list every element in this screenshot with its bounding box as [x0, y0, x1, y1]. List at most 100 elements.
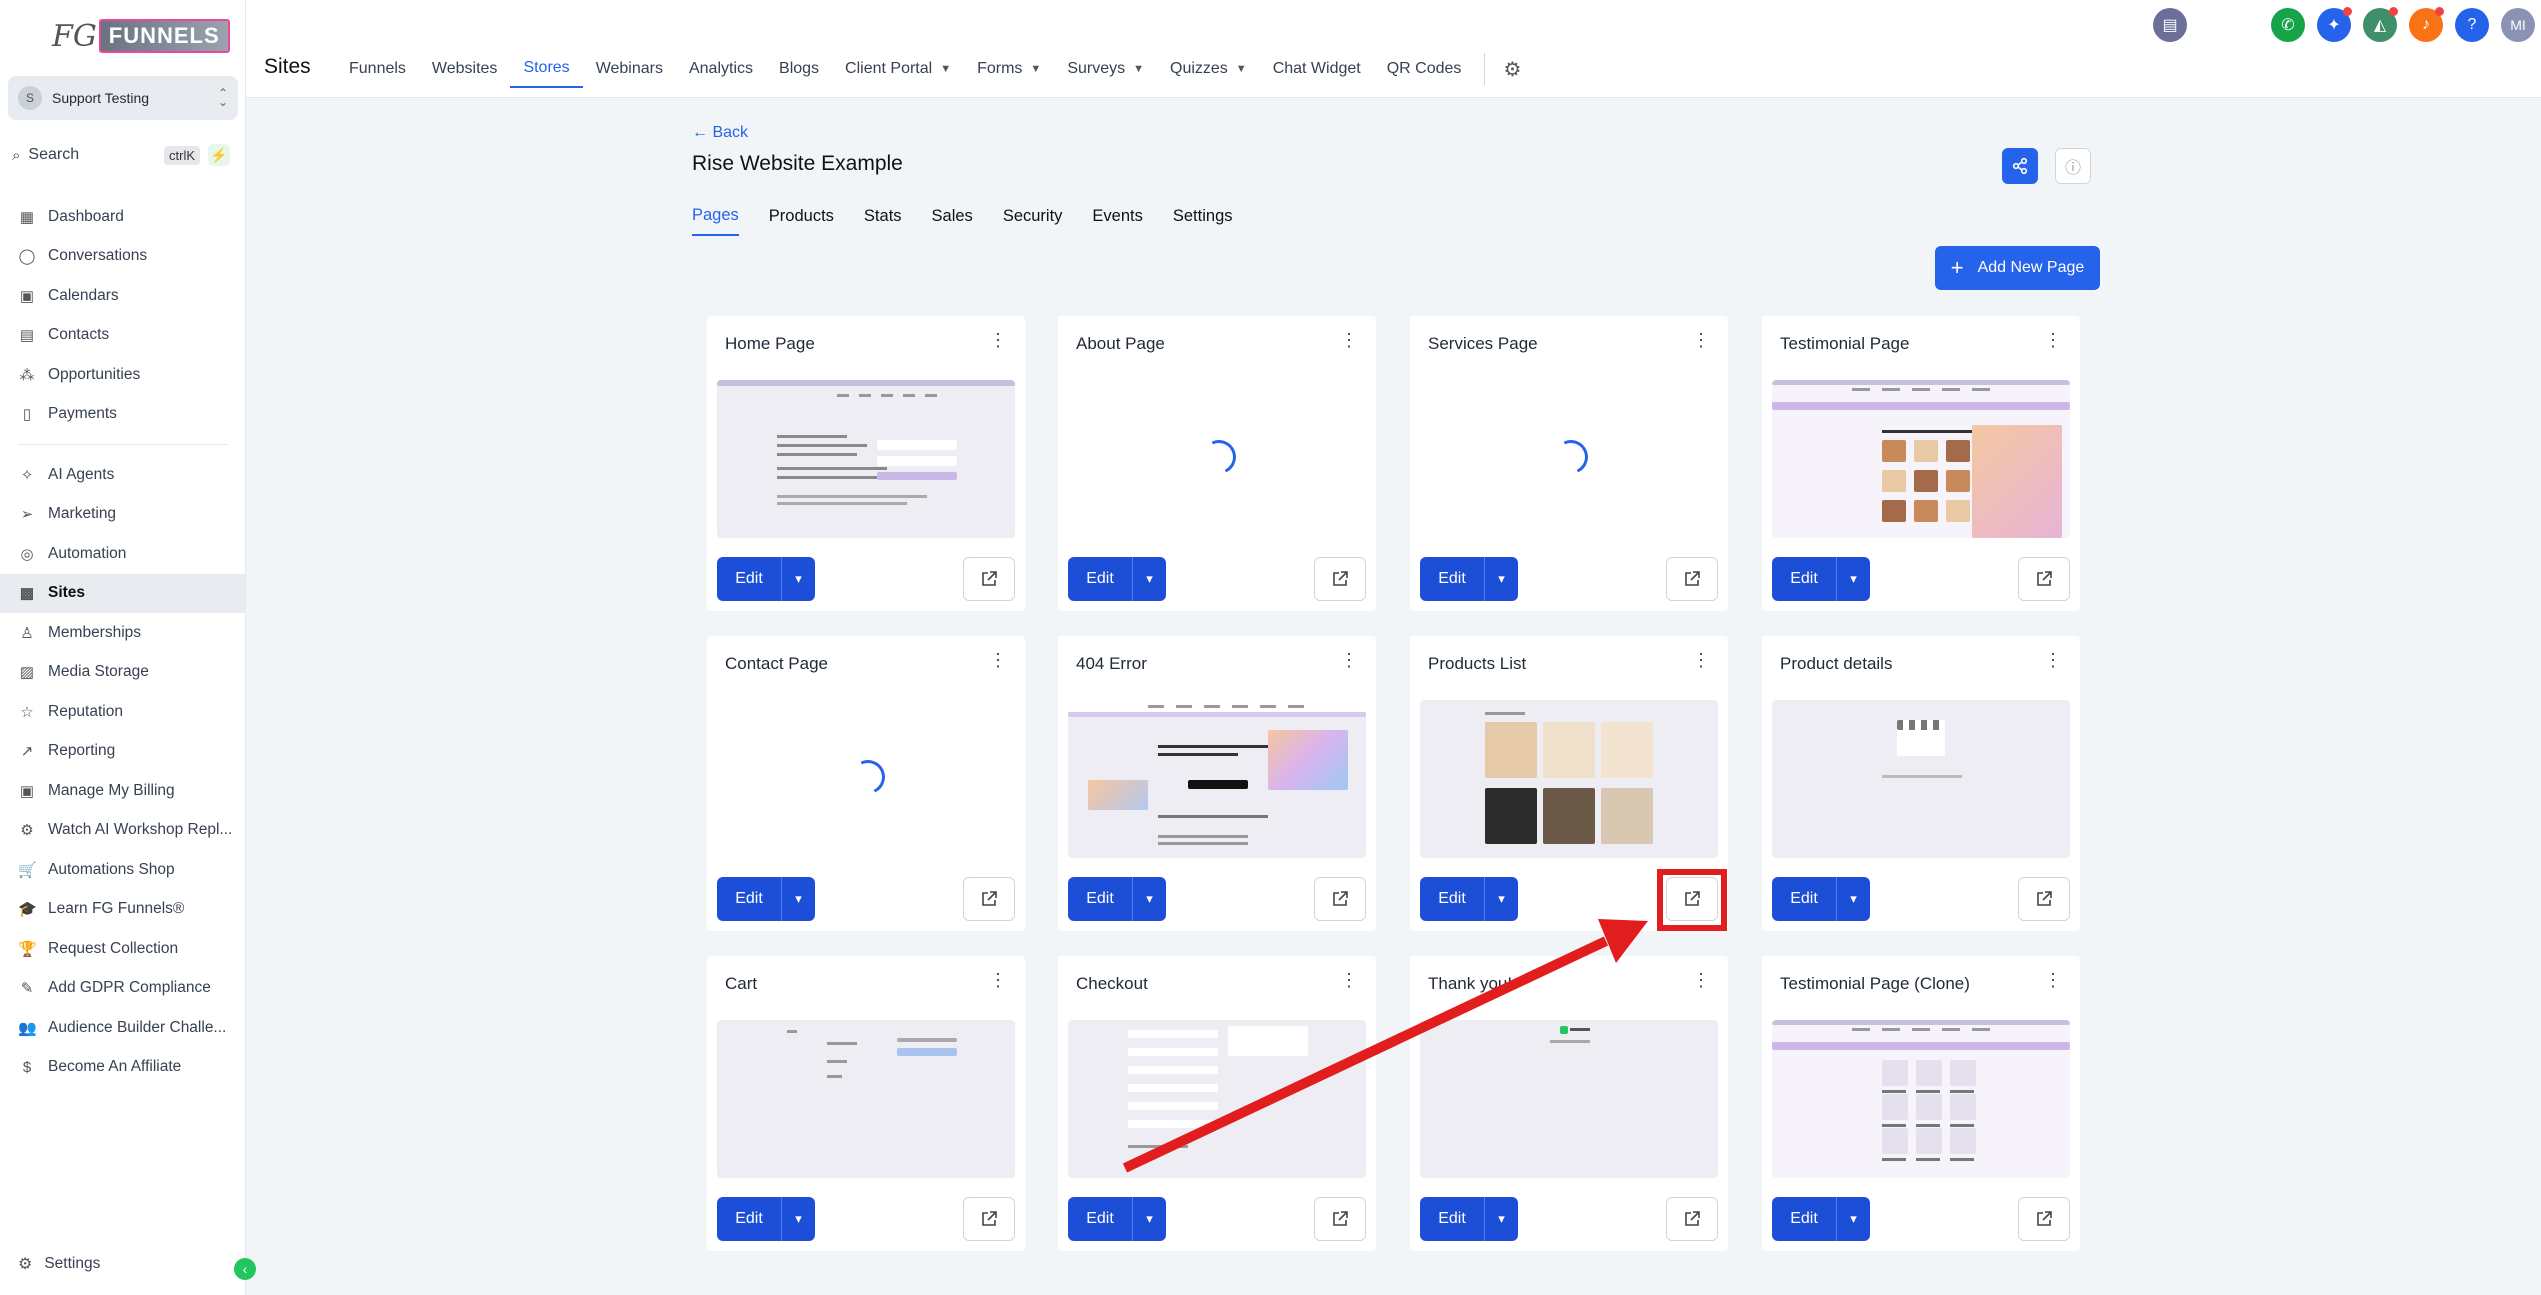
magic-icon[interactable]: ✦ [2317, 7, 2352, 42]
page-preview-thumbnail[interactable] [717, 1020, 1015, 1178]
help-icon[interactable]: ? [2455, 8, 2489, 42]
more-options-icon[interactable]: ⋮ [989, 650, 1007, 671]
sidebar-item-automations-shop[interactable]: 🛒 Automations Shop [0, 850, 246, 890]
edit-button[interactable]: Edit [1772, 1197, 1836, 1241]
back-link[interactable]: ← Back [692, 124, 748, 142]
sidebar-item-automation[interactable]: ◎ Automation [0, 534, 246, 574]
sidebar-item-reputation[interactable]: ☆ Reputation [0, 692, 246, 732]
page-preview-thumbnail[interactable] [1772, 700, 2070, 858]
open-page-button[interactable] [963, 877, 1015, 921]
phone-icon[interactable]: ✆ [2271, 8, 2305, 42]
more-options-icon[interactable]: ⋮ [2044, 650, 2062, 671]
open-page-button[interactable] [1666, 557, 1718, 601]
sidebar-item-request-collection[interactable]: 🏆 Request Collection [0, 929, 246, 969]
tab-security[interactable]: Security [1003, 196, 1063, 236]
open-page-button[interactable] [963, 557, 1015, 601]
tab-products[interactable]: Products [769, 196, 834, 236]
tab-chat-widget[interactable]: Chat Widget [1260, 50, 1374, 88]
tab-events[interactable]: Events [1092, 196, 1142, 236]
sidebar-item-conversations[interactable]: ◯ Conversations [0, 237, 246, 277]
page-preview-thumbnail[interactable] [1068, 1020, 1366, 1178]
sidebar-item-manage-my-billing[interactable]: ▣ Manage My Billing [0, 771, 246, 811]
edit-dropdown-button[interactable]: ▾ [1132, 1197, 1166, 1241]
megaphone-icon[interactable]: ◭ [2363, 7, 2398, 42]
page-preview-thumbnail[interactable] [1772, 1020, 2070, 1178]
sidebar-item-settings[interactable]: ⚙ Settings [18, 1254, 100, 1274]
sidebar-item-dashboard[interactable]: ▦ Dashboard [0, 197, 246, 237]
sidebar-item-payments[interactable]: ▯ Payments [0, 395, 246, 435]
sidebar-item-marketing[interactable]: ➢ Marketing [0, 495, 246, 535]
info-button[interactable]: ⓘ [2055, 148, 2091, 184]
quick-action-icon[interactable]: ⚡ [208, 144, 230, 166]
edit-dropdown-button[interactable]: ▾ [781, 557, 815, 601]
page-preview-thumbnail[interactable] [1772, 380, 2070, 538]
more-options-icon[interactable]: ⋮ [2044, 330, 2062, 351]
edit-dropdown-button[interactable]: ▾ [1836, 557, 1870, 601]
page-preview-thumbnail[interactable] [1068, 700, 1366, 858]
settings-gear-icon[interactable]: ⚙ [1495, 50, 1529, 88]
page-preview-thumbnail[interactable] [717, 700, 1015, 858]
sidebar-item-opportunities[interactable]: ⁂ Opportunities [0, 355, 246, 395]
edit-button[interactable]: Edit [1068, 557, 1132, 601]
edit-button[interactable]: Edit [717, 1197, 781, 1241]
open-page-button[interactable] [1314, 877, 1366, 921]
page-preview-thumbnail[interactable] [1420, 700, 1718, 858]
sidebar-item-media-storage[interactable]: ▨ Media Storage [0, 653, 246, 693]
open-page-button[interactable] [963, 1197, 1015, 1241]
sidebar-search[interactable]: ⌕ Search ctrlK ⚡ [12, 142, 230, 168]
edit-button[interactable]: Edit [717, 877, 781, 921]
sidebar-item-reporting[interactable]: ↗ Reporting [0, 732, 246, 772]
edit-button[interactable]: Edit [1420, 557, 1484, 601]
more-options-icon[interactable]: ⋮ [1692, 330, 1710, 351]
bell-icon[interactable]: ♪ [2409, 7, 2444, 42]
tab-sales[interactable]: Sales [932, 196, 973, 236]
edit-dropdown-button[interactable]: ▾ [1836, 1197, 1870, 1241]
edit-button[interactable]: Edit [1068, 1197, 1132, 1241]
page-preview-thumbnail[interactable] [1068, 380, 1366, 538]
open-page-button[interactable] [1314, 557, 1366, 601]
tab-forms[interactable]: Forms ▼ [964, 50, 1054, 88]
user-avatar[interactable]: MI [2501, 8, 2535, 42]
sidebar-item-sites[interactable]: ▩ Sites [0, 573, 246, 613]
sidebar-item-ai-agents[interactable]: ✧ AI Agents [0, 455, 246, 495]
edit-dropdown-button[interactable]: ▾ [1484, 1197, 1518, 1241]
open-page-button[interactable] [2018, 877, 2070, 921]
sidebar-item-watch-ai-workshop-repl[interactable]: ⚙ Watch AI Workshop Repl... [0, 811, 246, 851]
edit-button[interactable]: Edit [717, 557, 781, 601]
edit-dropdown-button[interactable]: ▾ [1484, 877, 1518, 921]
add-new-page-button[interactable]: + Add New Page [1935, 246, 2100, 290]
tab-surveys[interactable]: Surveys ▼ [1054, 50, 1157, 88]
edit-dropdown-button[interactable]: ▾ [1836, 877, 1870, 921]
sidebar-item-calendars[interactable]: ▣ Calendars [0, 276, 246, 316]
brand-logo[interactable]: FG FUNNELS [52, 12, 230, 60]
more-options-icon[interactable]: ⋮ [1692, 970, 1710, 991]
collapse-sidebar-button[interactable]: ‹ [234, 1258, 256, 1280]
sidebar-item-learn-fg-funnels[interactable]: 🎓 Learn FG Funnels® [0, 890, 246, 930]
open-page-button[interactable] [2018, 557, 2070, 601]
more-options-icon[interactable]: ⋮ [1340, 970, 1358, 991]
edit-button[interactable]: Edit [1420, 1197, 1484, 1241]
open-page-button[interactable] [2018, 1197, 2070, 1241]
edit-dropdown-button[interactable]: ▾ [1132, 877, 1166, 921]
tab-stats[interactable]: Stats [864, 196, 902, 236]
edit-dropdown-button[interactable]: ▾ [1484, 557, 1518, 601]
edit-dropdown-button[interactable]: ▾ [781, 1197, 815, 1241]
tab-stores[interactable]: Stores [510, 50, 583, 88]
edit-button[interactable]: Edit [1420, 877, 1484, 921]
tab-quizzes[interactable]: Quizzes ▼ [1157, 50, 1260, 88]
edit-button[interactable]: Edit [1772, 877, 1836, 921]
page-preview-thumbnail[interactable] [1420, 1020, 1718, 1178]
tab-blogs[interactable]: Blogs [766, 50, 832, 88]
sidebar-item-memberships[interactable]: ♙ Memberships [0, 613, 246, 653]
edit-dropdown-button[interactable]: ▾ [781, 877, 815, 921]
page-preview-thumbnail[interactable] [1420, 380, 1718, 538]
account-switcher[interactable]: S Support Testing ⌃ ⌄ [8, 76, 238, 120]
open-page-button[interactable] [1666, 1197, 1718, 1241]
tab-settings[interactable]: Settings [1173, 196, 1233, 236]
more-options-icon[interactable]: ⋮ [2044, 970, 2062, 991]
more-options-icon[interactable]: ⋮ [989, 330, 1007, 351]
edit-dropdown-button[interactable]: ▾ [1132, 557, 1166, 601]
tab-funnels[interactable]: Funnels [336, 50, 419, 88]
more-options-icon[interactable]: ⋮ [989, 970, 1007, 991]
tab-websites[interactable]: Websites [419, 50, 511, 88]
